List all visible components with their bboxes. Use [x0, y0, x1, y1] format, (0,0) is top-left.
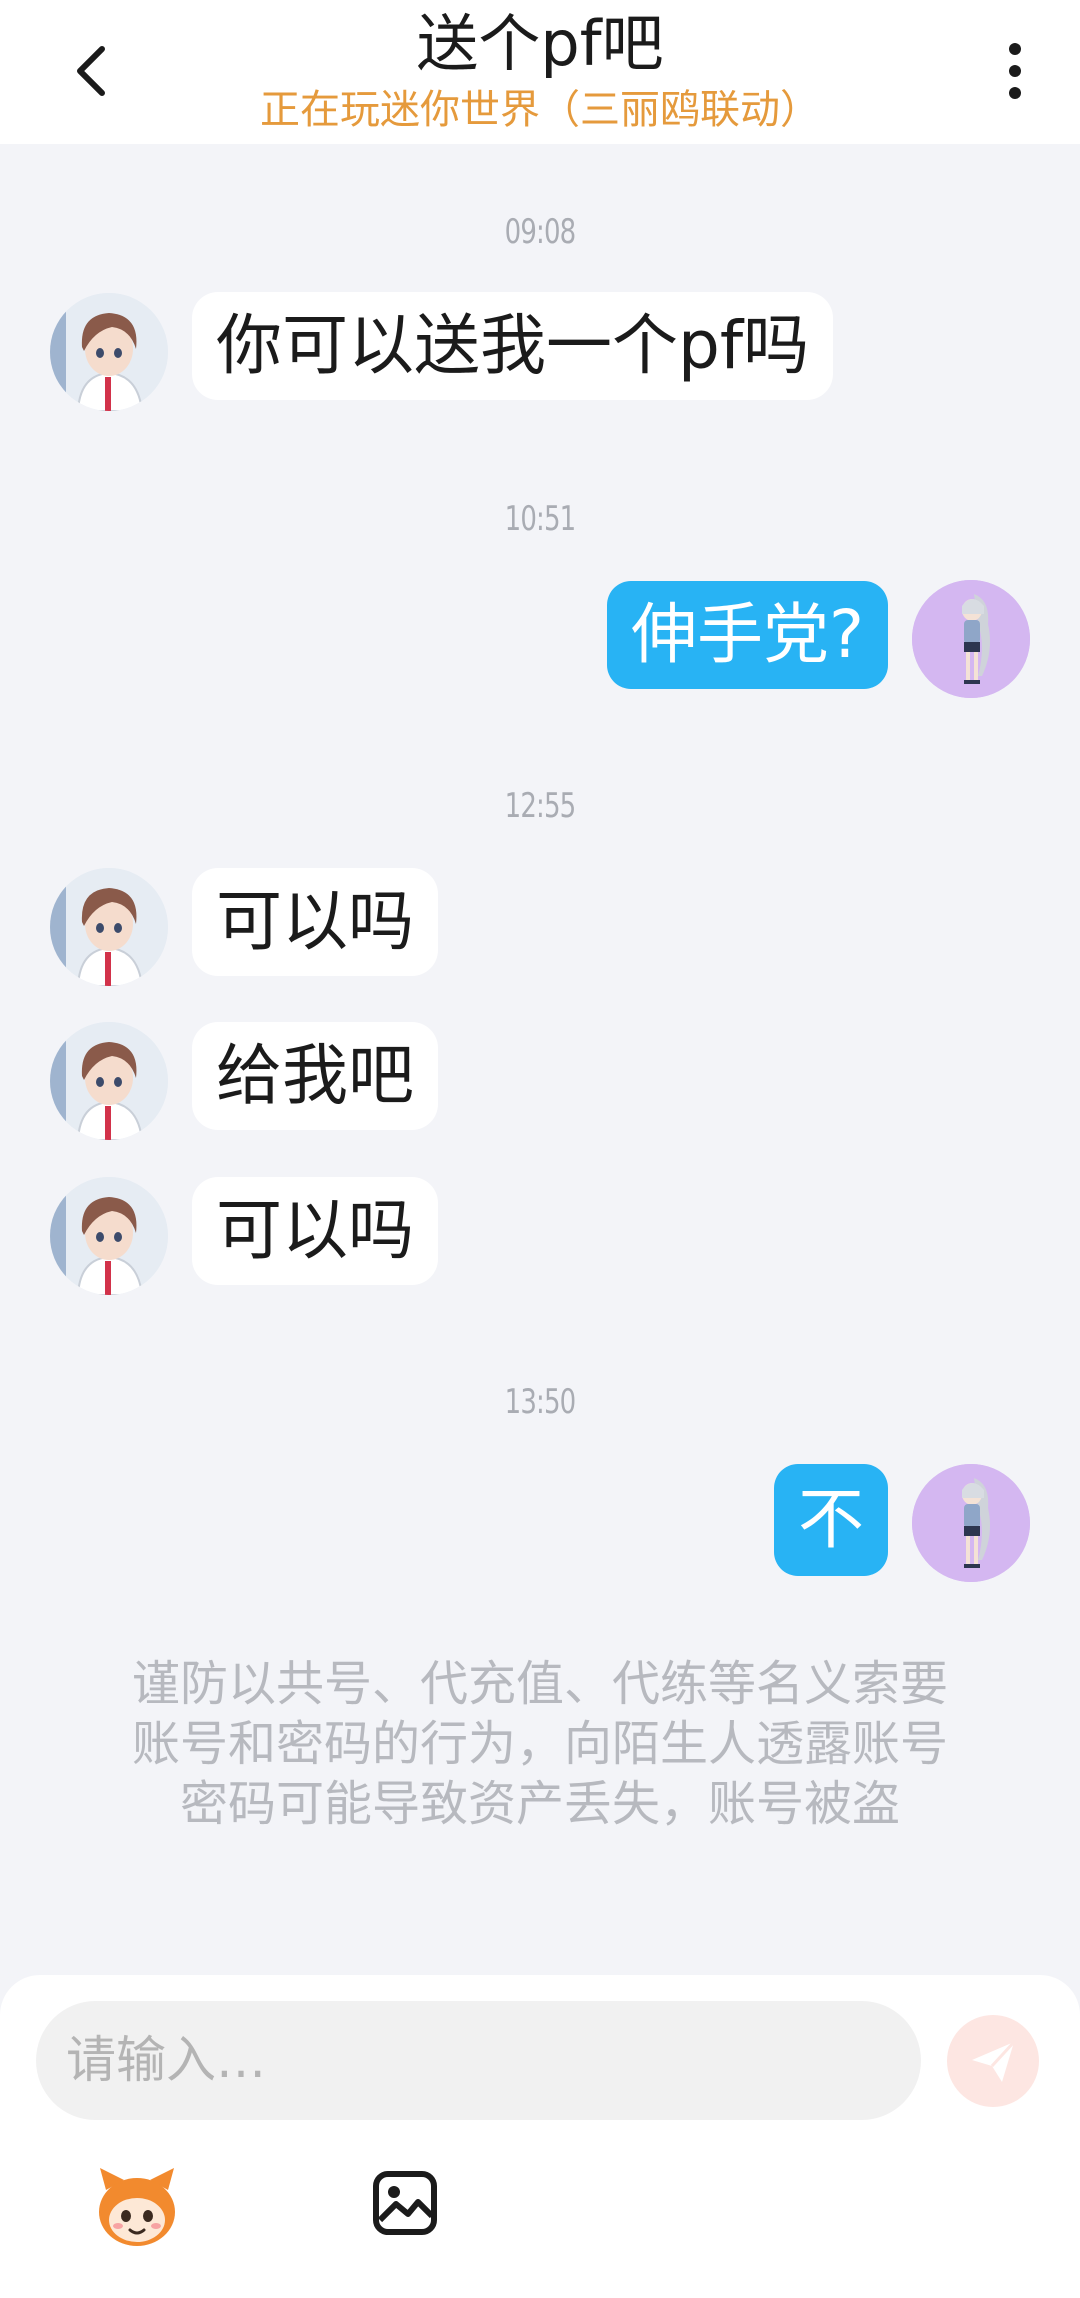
- contact-avatar[interactable]: [50, 1022, 168, 1140]
- incoming-message-bubble[interactable]: 可以吗: [192, 1177, 438, 1285]
- chat-status: 正在玩迷你世界（三丽鸥联动）: [260, 87, 820, 133]
- contact-avatar[interactable]: [50, 293, 168, 411]
- incoming-message-bubble[interactable]: 可以吗: [192, 868, 438, 976]
- warning-line: 密码可能导致资产丢失，账号被盗: [179, 1776, 900, 1832]
- safety-warning: 谨防以共号、代充值、代练等名义索要 账号和密码的行为，向陌生人透露账号 密码可能…: [80, 1654, 1000, 1834]
- incoming-message-bubble[interactable]: 你可以送我一个pf吗: [192, 292, 834, 400]
- incoming-message-bubble[interactable]: 给我吧: [192, 1022, 438, 1130]
- my-avatar[interactable]: [912, 1464, 1030, 1582]
- chat-title: 送个pf吧: [416, 7, 664, 80]
- contact-avatar[interactable]: [50, 868, 168, 986]
- outgoing-message-bubble[interactable]: 不: [774, 1464, 888, 1576]
- girl-avatar-icon: [912, 1464, 1030, 1582]
- message-input[interactable]: 请输入…: [36, 2001, 921, 2120]
- boy-avatar-icon: [50, 1177, 168, 1295]
- message-timestamp: 13:50: [504, 1382, 577, 1422]
- chat-header: 送个pf吧 正在玩迷你世界（三丽鸥联动）: [0, 0, 1080, 144]
- send-icon: [972, 2040, 1016, 2082]
- message-timestamp: 10:51: [504, 499, 577, 539]
- image-icon: [373, 2171, 437, 2235]
- boy-avatar-icon: [50, 293, 168, 411]
- boy-avatar-icon: [50, 1022, 168, 1140]
- my-avatar[interactable]: [912, 580, 1030, 698]
- more-vertical-icon: [1009, 43, 1021, 99]
- contact-avatar[interactable]: [50, 1177, 168, 1295]
- outgoing-message-bubble[interactable]: 伸手党?: [606, 581, 888, 689]
- send-button[interactable]: [947, 2015, 1039, 2107]
- mascot-emoji-icon: [99, 2168, 175, 2246]
- message-timestamp: 12:55: [504, 786, 577, 826]
- girl-avatar-icon: [912, 580, 1030, 698]
- emoji-button[interactable]: [92, 2160, 182, 2250]
- image-button[interactable]: [372, 2170, 438, 2236]
- warning-line: 账号和密码的行为，向陌生人透露账号: [131, 1716, 948, 1772]
- more-options-button[interactable]: [990, 36, 1040, 106]
- message-timestamp: 09:08: [504, 212, 577, 252]
- boy-avatar-icon: [50, 868, 168, 986]
- warning-line: 谨防以共号、代充值、代练等名义索要: [131, 1656, 948, 1712]
